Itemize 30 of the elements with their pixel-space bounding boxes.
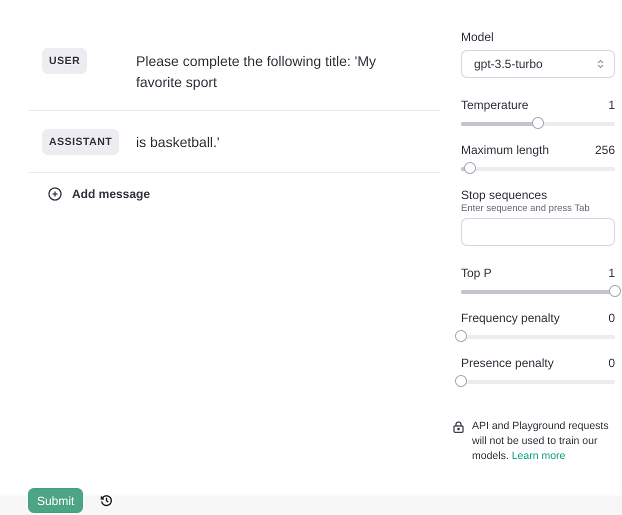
stop-sequences-label: Stop sequences	[461, 188, 548, 202]
slider-value: 0	[608, 356, 615, 370]
message-text[interactable]: is basketball.'	[136, 129, 376, 153]
model-select[interactable]: gpt-3.5-turbo	[461, 50, 615, 78]
slider-label: Frequency penalty	[461, 311, 560, 325]
stop-sequences-field[interactable]	[461, 218, 615, 246]
slider-value: 0	[608, 311, 615, 325]
privacy-notice: API and Playground requests will not be used to train our models. Learn more	[472, 419, 610, 464]
slider-thumb[interactable]	[609, 284, 621, 296]
plus-circle-icon	[48, 187, 62, 201]
stop-sequences-hint: Enter sequence and press Tab	[461, 203, 591, 214]
slider-thumb[interactable]	[455, 374, 467, 386]
slider-value: 256	[594, 143, 615, 157]
add-message-button[interactable]: Add message	[28, 173, 150, 201]
slider-value: 1	[608, 266, 615, 280]
lock-icon	[453, 421, 464, 433]
slider-thumb[interactable]	[464, 162, 476, 174]
slider-label: Presence penalty	[461, 356, 554, 370]
model-label: Model	[461, 30, 495, 44]
role-badge[interactable]: USER	[42, 48, 88, 74]
slider-thumb[interactable]	[455, 330, 467, 342]
slider-label: Top P	[461, 266, 492, 280]
slider-thumb[interactable]	[532, 116, 544, 128]
chevron-updown-icon	[597, 59, 604, 69]
slider-label: Maximum length	[461, 143, 550, 157]
slider-label: Temperature	[461, 98, 528, 112]
history-icon[interactable]	[100, 494, 114, 507]
slider-value: 1	[608, 98, 615, 112]
role-badge[interactable]: ASSISTANT	[42, 129, 120, 155]
message-text[interactable]: Please complete the following title: 'My favorite sport	[136, 48, 376, 93]
